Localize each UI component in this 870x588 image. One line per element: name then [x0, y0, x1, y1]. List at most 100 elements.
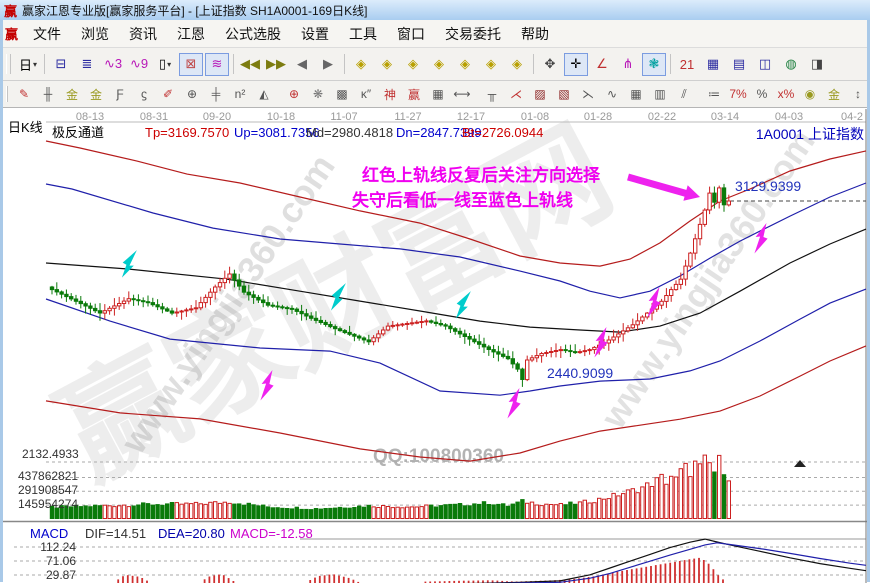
minute-chart-9-icon[interactable]: ∿9: [127, 53, 151, 76]
remote-service-icon[interactable]: ◨: [805, 53, 829, 76]
crosshair-icon[interactable]: ✛: [564, 53, 588, 76]
grid-dense-icon[interactable]: ▦: [625, 84, 647, 105]
menu-item-5[interactable]: 公式选股: [215, 21, 291, 47]
zigzag-icon[interactable]: ∿: [601, 84, 623, 105]
gold-coin-icon[interactable]: ◉: [799, 84, 821, 105]
menu-item-4[interactable]: 江恩: [167, 21, 215, 47]
k-mark-icon[interactable]: ĸ″: [355, 84, 377, 105]
cyan-arrow-icon: [119, 247, 138, 279]
minute-chart-3-icon[interactable]: ∿3: [101, 53, 125, 76]
toolbar-grip[interactable]: [6, 86, 8, 103]
prev-page-icon[interactable]: ◀: [290, 53, 314, 76]
time-circle-icon[interactable]: ⊕: [181, 84, 203, 105]
trend-lines-icon[interactable]: ⋋: [577, 84, 599, 105]
calendar-icon[interactable]: 21: [675, 53, 699, 76]
candle-style-icon[interactable]: ▯▾: [153, 53, 177, 76]
gann-jump-left-icon[interactable]: ◈: [349, 53, 373, 76]
child-window-icon[interactable]: 赢: [5, 24, 18, 43]
menu-item-7[interactable]: 工具: [339, 21, 387, 47]
percent-icon[interactable]: %: [751, 84, 773, 105]
price-percent-icon[interactable]: x%: [775, 84, 797, 105]
fan-lines-icon[interactable]: ⋌: [505, 84, 527, 105]
fan-grid-icon[interactable]: ▧: [553, 84, 575, 105]
level-tool-icon[interactable]: ╥: [481, 84, 503, 105]
gann-jump-both-icon[interactable]: ◈: [401, 53, 425, 76]
svg-text:www.yingjia360.com: www.yingjia360.com: [592, 122, 823, 437]
menu-item-3[interactable]: 资讯: [119, 21, 167, 47]
toolbar-separator: [533, 54, 534, 75]
color-volume-icon[interactable]: ≋: [205, 53, 229, 76]
first-page-icon[interactable]: ◀◀: [238, 53, 262, 76]
macd-scale-3: 29.87: [46, 568, 76, 582]
grid-box-icon[interactable]: ▩: [331, 84, 353, 105]
ying-tool-icon[interactable]: 赢: [403, 84, 425, 105]
qq-watermark: QQ:100800360: [373, 446, 504, 467]
fan-box-icon[interactable]: ▨: [529, 84, 551, 105]
gold-section-icon[interactable]: 金: [85, 84, 107, 105]
market-monitor-icon[interactable]: ⊟: [49, 53, 73, 76]
scroll-up-marker-icon: [794, 460, 806, 467]
save-icon[interactable]: ◫: [753, 53, 777, 76]
price-grid-icon[interactable]: ╪: [205, 84, 227, 105]
vertical-measure-icon[interactable]: ↕: [847, 84, 869, 105]
x-axis-date-label: 01-28: [584, 111, 612, 123]
menu-item-1[interactable]: 文件: [23, 21, 71, 47]
grid-123-icon[interactable]: ▦: [427, 84, 449, 105]
shen-tool-icon[interactable]: 神: [379, 84, 401, 105]
menu-bar: 赢 文件浏览资讯江恩公式选股设置工具窗口交易委托帮助: [0, 20, 870, 48]
chart-area: 赢家财富网 www.yingjia360.com www.yingjia360.…: [0, 108, 870, 583]
chart-canvas[interactable]: 赢家财富网 www.yingjia360.com www.yingjia360.…: [0, 108, 870, 583]
parallel-lines-icon[interactable]: ⫽: [673, 84, 695, 105]
toolbar-grip[interactable]: [6, 54, 11, 75]
time-grid-icon[interactable]: ╫: [37, 84, 59, 105]
price-low-label: 2440.9099: [547, 365, 613, 381]
gann-jump-in-icon[interactable]: ◈: [505, 53, 529, 76]
gann-fork-icon[interactable]: ⋔: [616, 53, 640, 76]
gann-jump-out-icon[interactable]: ◈: [479, 53, 503, 76]
menu-item-8[interactable]: 窗口: [387, 21, 435, 47]
symbol-label[interactable]: 1A0001 上证指数: [756, 126, 864, 142]
period-day-icon[interactable]: 日▾: [16, 53, 40, 76]
marker-pen-icon[interactable]: ✐: [157, 84, 179, 105]
macd-dif-label: DIF=14.51: [85, 526, 146, 541]
menu-item-2[interactable]: 浏览: [71, 21, 119, 47]
spiral-calendar-icon[interactable]: ϛ: [133, 84, 155, 105]
kline-window-icon[interactable]: ⊠: [179, 53, 203, 76]
spiral-icon[interactable]: ❋: [307, 84, 329, 105]
angle-mirror-icon[interactable]: ◭: [253, 84, 275, 105]
x-axis-dates: 08-1308-3109-2010-1811-0711-2712-1701-08…: [76, 111, 863, 123]
menu-item-9[interactable]: 交易委托: [435, 21, 511, 47]
last-page-icon[interactable]: ▶▶: [264, 53, 288, 76]
indicator-name[interactable]: 极反通道: [52, 125, 104, 140]
x-axis-date-label: 04-2: [841, 111, 863, 123]
network-icon[interactable]: ◍: [779, 53, 803, 76]
gann-jump-star-icon[interactable]: ◈: [453, 53, 477, 76]
x-axis-date-label: 11-07: [330, 111, 357, 123]
width-measure-icon[interactable]: ⟷: [451, 84, 473, 105]
gann-jump-center-icon[interactable]: ◈: [427, 53, 451, 76]
pan-hand-icon[interactable]: ✥: [538, 53, 562, 76]
menu-item-6[interactable]: 设置: [291, 21, 339, 47]
window-titlebar[interactable]: 赢 赢家江恩专业版[赢家服务平台] - [上证指数 SH1A0001-169日K…: [0, 0, 870, 20]
next-page-icon[interactable]: ▶: [316, 53, 340, 76]
fibonacci-icon[interactable]: Ƒ: [109, 84, 131, 105]
stats-tool-icon[interactable]: ≔: [703, 84, 725, 105]
draw-pen-icon[interactable]: ✎: [13, 84, 35, 105]
smart-analysis-icon[interactable]: ❃: [642, 53, 666, 76]
n-square-icon[interactable]: n²: [229, 84, 251, 105]
memo-icon[interactable]: ▤: [727, 53, 751, 76]
main-toolbar: 日▾⊟≣∿3∿9▯▾⊠≋◀◀▶▶◀▶◈◈◈◈◈◈◈✥✛∠⋔❃21▦▤◫◍◨: [0, 48, 870, 81]
menu-item-10[interactable]: 帮助: [511, 21, 559, 47]
grid-chart-icon[interactable]: ▥: [649, 84, 671, 105]
percent-retrace-icon[interactable]: 7%: [727, 84, 749, 105]
calculator-icon[interactable]: ▦: [701, 53, 725, 76]
quote-list-icon[interactable]: ≣: [75, 53, 99, 76]
macd-panel-label[interactable]: MACD: [30, 526, 68, 541]
gann-jump-right-icon[interactable]: ◈: [375, 53, 399, 76]
gold-lines-icon[interactable]: 金: [823, 84, 845, 105]
x-axis-date-label: 12-17: [457, 111, 485, 123]
toolbar-separator: [44, 54, 45, 75]
gann-center-icon[interactable]: ⊕: [283, 84, 305, 105]
angle-measure-icon[interactable]: ∠: [590, 53, 614, 76]
gold-ratio-icon[interactable]: 金: [61, 84, 83, 105]
